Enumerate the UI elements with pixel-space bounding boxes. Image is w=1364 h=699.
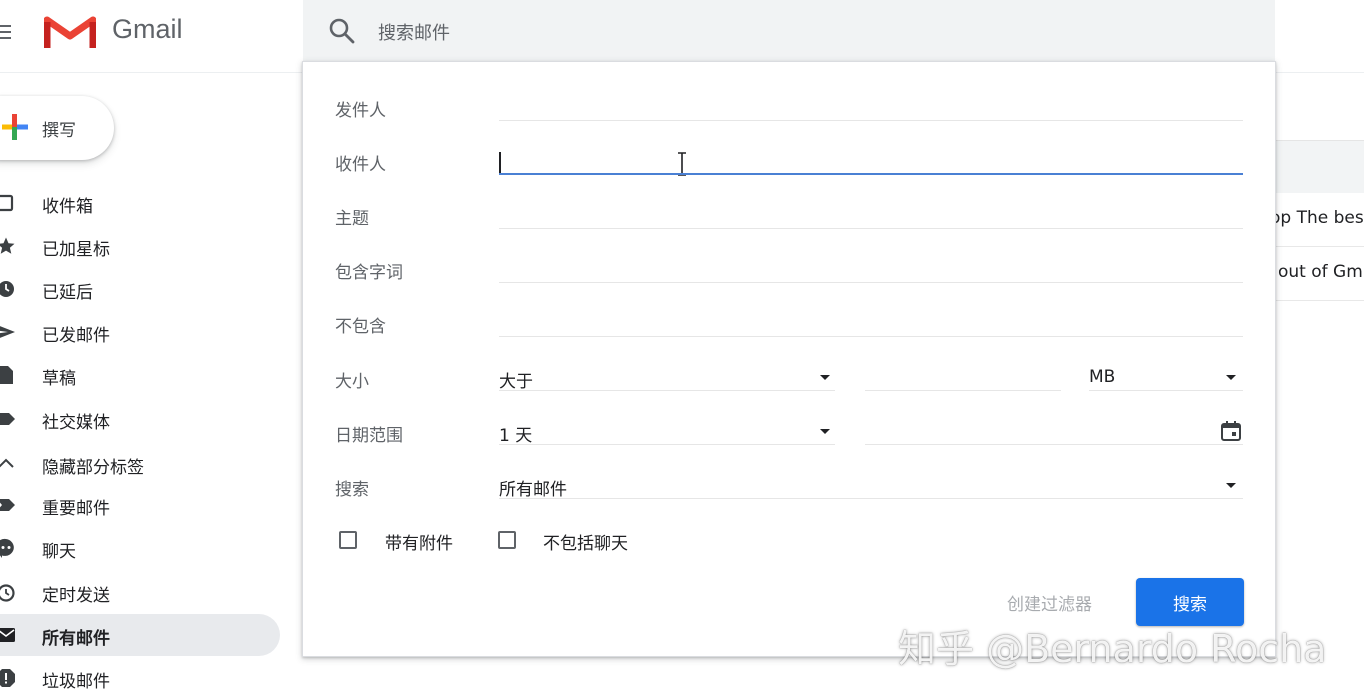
sidebar-item-spam[interactable]: 垃圾邮件 <box>0 657 280 699</box>
search-in-underline <box>499 498 1243 499</box>
search-input-placeholder[interactable]: 搜索邮件 <box>378 19 450 45</box>
calendar-icon[interactable] <box>1220 420 1242 442</box>
size-unit-underline <box>1089 390 1243 391</box>
clock-icon <box>0 281 14 297</box>
sidebar-item-label: 隐藏部分标签 <box>42 458 144 478</box>
size-unit-dropdown-icon[interactable] <box>1226 375 1236 380</box>
draft-icon <box>0 366 13 384</box>
search-in-select[interactable]: 所有邮件 <box>499 475 567 500</box>
subject-input[interactable] <box>499 228 1243 229</box>
send-icon <box>0 326 15 338</box>
star-icon <box>0 237 15 254</box>
sidebar-item-label: 重要邮件 <box>42 499 110 519</box>
watermark: 知乎 @Bernardo Rocha <box>898 627 1327 671</box>
text-cursor <box>499 152 501 174</box>
size-operator-dropdown-icon[interactable] <box>820 375 830 380</box>
sidebar-item-label: 社交媒体 <box>42 413 110 433</box>
sidebar-item-sent[interactable]: 已发邮件 <box>0 311 280 353</box>
compose-button[interactable]: 撰写 <box>0 96 114 160</box>
important-icon <box>0 499 15 511</box>
date-range-select[interactable]: 1 天 <box>499 421 532 446</box>
size-label: 大小 <box>335 372 369 392</box>
sidebar-item-chats[interactable]: 聊天 <box>0 527 280 569</box>
sidebar-item-scheduled[interactable]: 定时发送 <box>0 571 280 613</box>
sidebar-item-label: 已延后 <box>42 283 93 303</box>
date-range-label: 日期范围 <box>335 426 403 446</box>
compose-label: 撰写 <box>42 121 76 141</box>
search-bar[interactable]: 搜索邮件 <box>303 0 1275 62</box>
row-divider <box>1276 300 1364 301</box>
sidebar-item-inbox[interactable]: 收件箱 <box>0 182 280 224</box>
email-row-snippet[interactable]: out of Gm <box>1278 262 1364 282</box>
date-range-underline <box>499 444 835 445</box>
label-icon <box>0 413 15 425</box>
chat-icon <box>0 538 14 558</box>
to-input[interactable] <box>499 173 1243 175</box>
sidebar-item-drafts[interactable]: 草稿 <box>0 354 280 396</box>
has-words-label: 包含字词 <box>335 263 403 283</box>
sidebar-item-label: 垃圾邮件 <box>42 672 110 692</box>
has-attachment-checkbox[interactable] <box>339 531 357 549</box>
sidebar-item-social[interactable]: 社交媒体 <box>0 398 280 440</box>
compose-plus-icon <box>2 114 28 140</box>
not-has-label: 不包含 <box>335 317 386 337</box>
inbox-icon <box>0 194 14 212</box>
to-label: 收件人 <box>335 155 386 175</box>
date-range-dropdown-icon[interactable] <box>820 429 830 434</box>
email-row-snippet[interactable]: op The bes <box>1270 208 1364 228</box>
size-unit-select[interactable]: MB <box>1089 367 1115 387</box>
app-brand-name: Gmail <box>112 14 183 44</box>
exclude-chats-label[interactable]: 不包括聊天 <box>543 529 628 554</box>
chevron-up-icon <box>0 458 14 468</box>
gmail-logo-icon[interactable] <box>44 14 96 50</box>
sidebar-item-label: 已发邮件 <box>42 326 110 346</box>
scheduled-icon <box>0 584 15 602</box>
search-in-dropdown-icon[interactable] <box>1226 483 1236 488</box>
sidebar-item-all-mail[interactable]: 所有邮件 <box>0 614 280 656</box>
main-menu-icon[interactable] <box>0 18 22 46</box>
sidebar-item-starred[interactable]: 已加星标 <box>0 225 280 267</box>
sidebar-item-less[interactable]: 隐藏部分标签 <box>0 443 280 485</box>
sidebar-item-label: 聊天 <box>42 542 76 562</box>
size-value-input[interactable] <box>865 390 1061 391</box>
has-attachment-label[interactable]: 带有附件 <box>385 529 453 554</box>
not-has-input[interactable] <box>499 336 1243 337</box>
spam-icon <box>0 669 15 687</box>
email-list-toolbar <box>1276 140 1364 193</box>
sidebar-item-label: 收件箱 <box>42 197 93 217</box>
from-label: 发件人 <box>335 101 386 121</box>
create-filter-button[interactable]: 创建过滤器 <box>1007 590 1092 615</box>
sidebar-item-label: 定时发送 <box>42 586 110 606</box>
sidebar-item-important[interactable]: 重要邮件 <box>0 484 280 526</box>
size-operator-select[interactable]: 大于 <box>499 367 533 392</box>
sidebar-item-label: 草稿 <box>42 369 76 389</box>
mail-icon <box>0 628 15 642</box>
search-in-label: 搜索 <box>335 480 369 500</box>
exclude-chats-checkbox[interactable] <box>498 531 516 549</box>
sidebar-item-label: 已加星标 <box>42 240 110 260</box>
row-divider <box>1276 246 1364 247</box>
sidebar-item-snoozed[interactable]: 已延后 <box>0 268 280 310</box>
size-operator-underline <box>499 390 835 391</box>
advanced-search-dialog: 发件人 收件人 主题 包含字词 不包含 大小 大于 MB 日期范围 1 天 搜索… <box>302 61 1276 657</box>
search-icon[interactable] <box>327 16 357 46</box>
from-input[interactable] <box>499 120 1243 121</box>
sidebar-item-label: 所有邮件 <box>42 629 110 649</box>
has-words-input[interactable] <box>499 282 1243 283</box>
subject-label: 主题 <box>335 209 369 229</box>
date-input[interactable] <box>865 444 1243 445</box>
